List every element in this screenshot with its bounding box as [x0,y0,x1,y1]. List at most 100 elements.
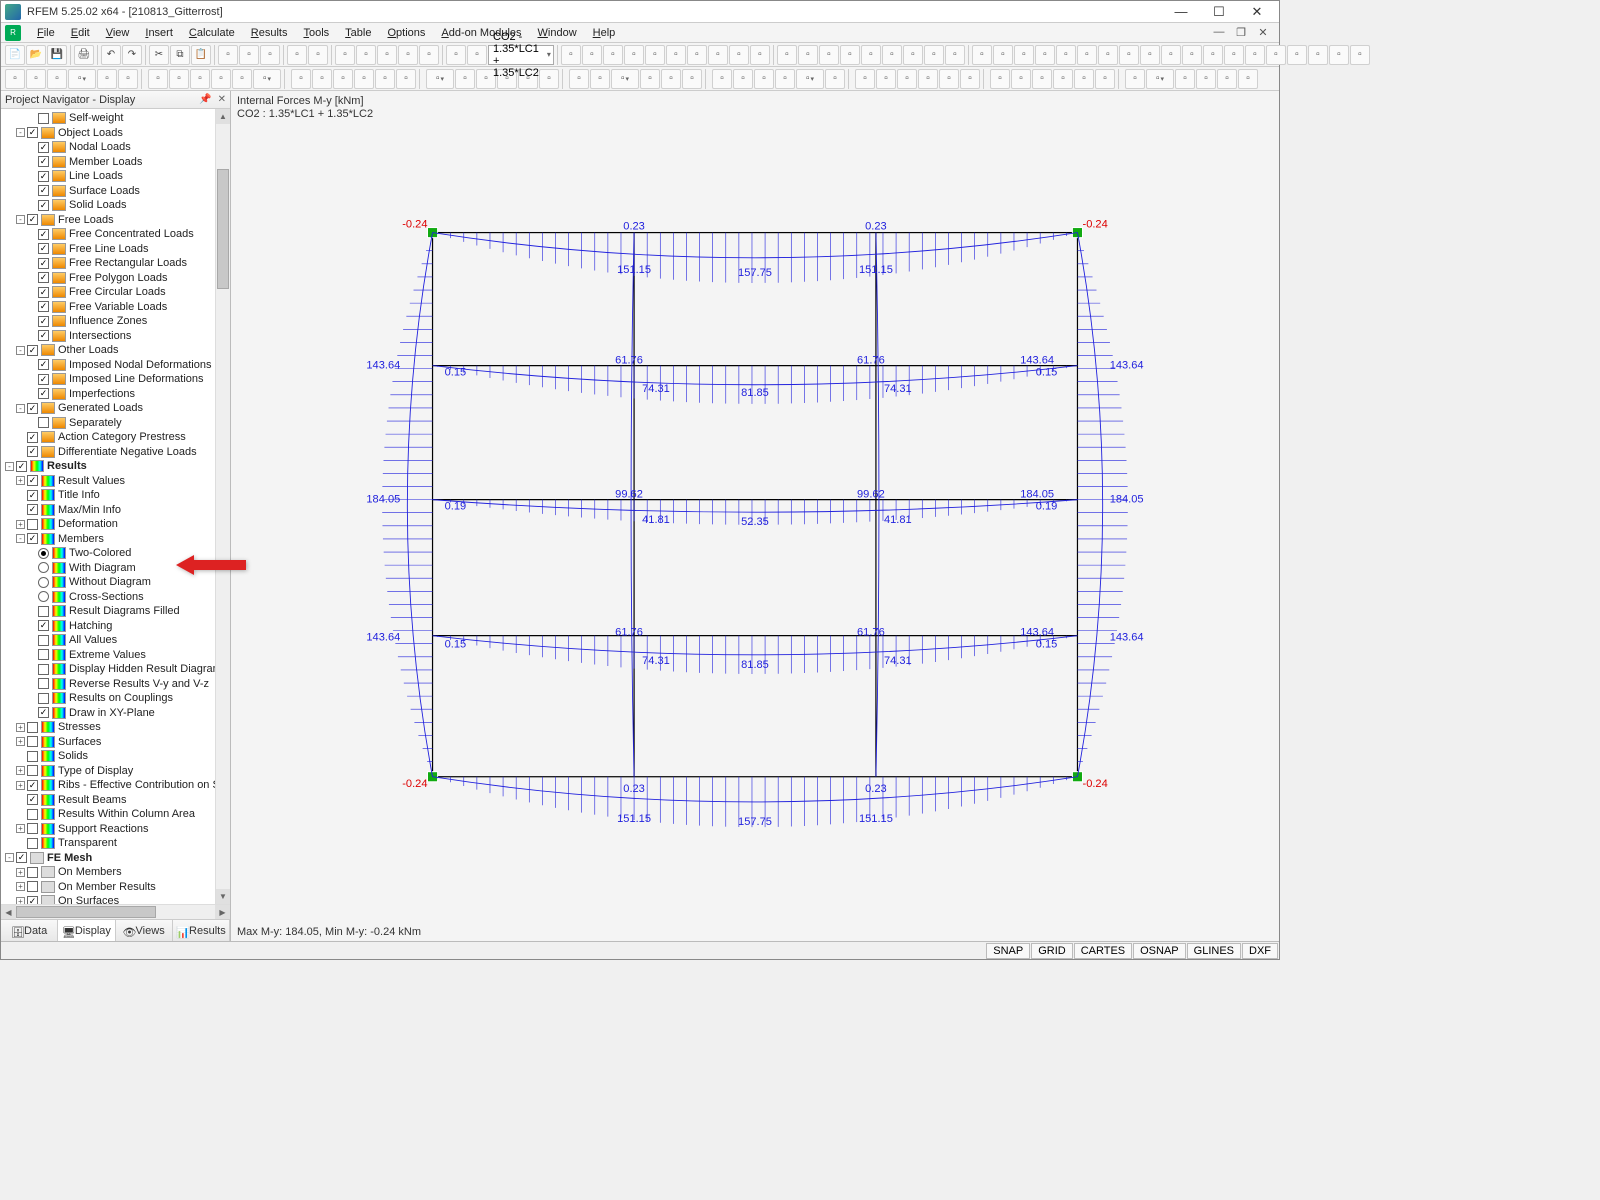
toolbar-button[interactable]: ▫ [733,69,753,89]
checkbox[interactable]: ✓ [27,214,38,225]
toolbar-button[interactable]: ▫ [1217,69,1237,89]
checkbox[interactable]: ✓ [38,171,49,182]
toolbar-button[interactable]: ▫ [945,45,965,65]
toolbar-button[interactable]: ▫ [356,45,376,65]
toolbar-button[interactable]: ▫ [1056,45,1076,65]
checkbox[interactable]: ✓ [38,185,49,196]
toolbar-button[interactable]: ▫ [1014,45,1034,65]
pin-icon[interactable]: 📌 [199,94,211,105]
tree-item[interactable]: ✓Surface Loads [1,184,216,199]
checkbox[interactable]: ✓ [38,374,49,385]
toolbar-button[interactable]: ▫ [1287,45,1307,65]
toolbar-button[interactable]: ▫ [666,45,686,65]
toolbar-button[interactable]: ▫ [467,45,487,65]
toolbar-button[interactable]: ▫ [876,69,896,89]
toolbar-button[interactable]: 🖨 [74,45,94,65]
toolbar-button[interactable]: ▫ [796,69,824,89]
toolbar-button[interactable]: ▫ [1095,69,1115,89]
tree-item[interactable]: +Deformation [1,517,216,532]
navigator-tree[interactable]: Self-weight-✓Object Loads✓Nodal Loads✓Me… [1,109,230,904]
checkbox[interactable]: ✓ [27,896,38,904]
expand-icon[interactable]: + [16,824,25,833]
checkbox[interactable]: ✓ [38,316,49,327]
toolbar-button[interactable]: ▫ [708,45,728,65]
toolbar-button[interactable]: ▫ [882,45,902,65]
toolbar-button[interactable]: ▫ [624,45,644,65]
toolbar-button[interactable]: ▫ [377,45,397,65]
toolbar-button[interactable]: ▫ [287,45,307,65]
tree-item[interactable]: -✓Other Loads [1,343,216,358]
toolbar-button[interactable]: ▫ [903,45,923,65]
loadcase-combo[interactable]: CO2 - 1.35*LC1 + 1.35*LC2 [488,45,554,65]
toolbar-button[interactable]: ▫ [1224,45,1244,65]
viewport-canvas[interactable]: -0.24 -0.24 -0.24 -0.24 0.23 0.23 0.23 0… [231,125,1279,925]
expand-icon[interactable]: + [16,723,25,732]
tree-item[interactable]: ✓Free Variable Loads [1,300,216,315]
checkbox[interactable]: ✓ [27,780,38,791]
toolbar-button[interactable]: ▫ [47,69,67,89]
tree-item[interactable]: Transparent [1,836,216,851]
toolbar-button[interactable]: 📋 [191,45,211,65]
checkbox[interactable]: ✓ [38,620,49,631]
tree-item[interactable]: -✓Results [1,459,216,474]
toolbar-button[interactable]: ▫ [1161,45,1181,65]
checkbox[interactable]: ✓ [38,142,49,153]
checkbox[interactable] [27,881,38,892]
tree-item[interactable]: ✓Differentiate Negative Loads [1,445,216,460]
toolbar-button[interactable]: ▫ [603,45,623,65]
toolbar-button[interactable]: ▫ [97,69,117,89]
checkbox[interactable] [27,867,38,878]
menu-table[interactable]: Table [337,25,379,41]
toolbar-button[interactable]: 💾 [47,45,67,65]
toolbar-button[interactable]: ▫ [1350,45,1370,65]
toolbar-button[interactable]: ▫ [190,69,210,89]
toolbar-button[interactable]: ▫ [354,69,374,89]
menu-file[interactable]: File [29,25,63,41]
tree-item[interactable]: ✓Nodal Loads [1,140,216,155]
tree-item[interactable]: +On Members [1,865,216,880]
checkbox[interactable] [38,113,49,124]
toolbar-button[interactable]: ▫ [1238,69,1258,89]
toolbar-button[interactable]: ▫ [232,69,252,89]
toolbar-button[interactable]: ▫ [68,69,96,89]
checkbox[interactable] [27,722,38,733]
checkbox[interactable]: ✓ [27,432,38,443]
tree-item[interactable]: ✓Result Beams [1,793,216,808]
checkbox[interactable]: ✓ [38,258,49,269]
checkbox[interactable]: ✓ [38,272,49,283]
mdi-restore-button[interactable]: ❐ [1233,26,1249,39]
minimize-button[interactable]: — [1167,2,1195,22]
toolbar-button[interactable]: ▫ [960,69,980,89]
toolbar-button[interactable]: ▫ [218,45,238,65]
toolbar-button[interactable]: ▫ [754,69,774,89]
scroll-left-icon[interactable]: ◀ [1,905,16,919]
nav-tab-views[interactable]: 👁Views [116,920,173,941]
checkbox[interactable]: ✓ [27,533,38,544]
vertical-scrollbar[interactable]: ▲ ▼ [215,109,230,904]
toolbar-button[interactable]: ▫ [1053,69,1073,89]
panel-close-button[interactable]: ✕ [218,94,226,105]
radio[interactable] [38,562,49,573]
checkbox[interactable]: ✓ [27,345,38,356]
checkbox[interactable] [27,823,38,834]
toolbar-button[interactable]: ▫ [398,45,418,65]
tree-item[interactable]: ✓Imposed Nodal Deformations [1,358,216,373]
checkbox[interactable]: ✓ [27,794,38,805]
toolbar-button[interactable]: ▫ [1245,45,1265,65]
checkbox[interactable]: ✓ [27,446,38,457]
toolbar-button[interactable]: ▫ [260,45,280,65]
tree-item[interactable]: +✓On Surfaces [1,894,216,904]
toolbar-button[interactable]: ▫ [682,69,702,89]
toolbar-button[interactable]: ▫ [775,69,795,89]
tree-item[interactable]: +✓Ribs - Effective Contribution on Su [1,778,216,793]
checkbox[interactable]: ✓ [38,200,49,211]
toolbar-button[interactable]: ↶ [101,45,121,65]
checkbox[interactable] [27,751,38,762]
expand-icon[interactable]: + [16,868,25,877]
viewport[interactable]: Internal Forces M-y [kNm] CO2 : 1.35*LC1… [231,91,1279,941]
toolbar-button[interactable]: ▫ [211,69,231,89]
menu-calculate[interactable]: Calculate [181,25,243,41]
toolbar-button[interactable]: ▫ [1125,69,1145,89]
tree-item[interactable]: ✓Draw in XY-Plane [1,706,216,721]
expand-icon[interactable]: - [5,462,14,471]
